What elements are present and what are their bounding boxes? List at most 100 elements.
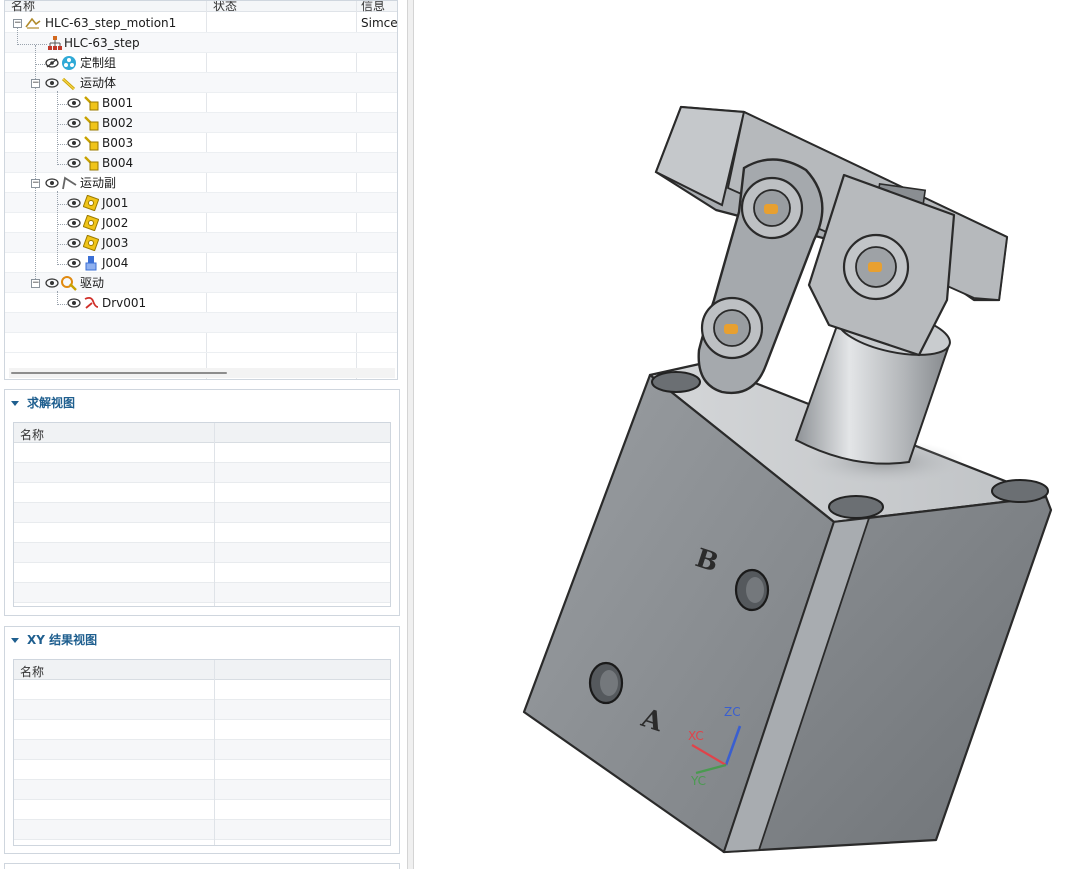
tree-row[interactable] — [5, 233, 397, 253]
eye-icon[interactable] — [67, 158, 81, 168]
triad-yc-label: YC — [690, 774, 706, 788]
eye-icon[interactable] — [67, 218, 81, 228]
pane-splitter[interactable] — [407, 0, 414, 869]
body-icon — [84, 136, 99, 151]
eye-icon[interactable] — [67, 98, 81, 108]
tree-label: J001 — [102, 196, 129, 210]
table-row — [14, 760, 390, 780]
collapse-toggle[interactable]: − — [31, 79, 40, 88]
tree-row[interactable] — [5, 253, 397, 273]
tree-row — [5, 333, 397, 353]
tree-row[interactable] — [5, 93, 397, 113]
table-row — [14, 503, 390, 523]
triad-xc-label: XC — [688, 729, 704, 743]
column-status-header[interactable]: 状态 — [213, 1, 237, 14]
triad-zc-label: ZC — [724, 705, 741, 719]
graphics-viewport[interactable]: B A ZC XC YC — [414, 0, 1077, 869]
tree-row[interactable] — [5, 153, 397, 173]
table-row — [14, 780, 390, 800]
custom-group-icon — [62, 56, 76, 70]
collapse-toggle[interactable]: − — [13, 19, 22, 28]
collapse-toggle[interactable]: − — [31, 179, 40, 188]
column-name-header[interactable]: 名称 — [11, 1, 35, 14]
collapse-triangle-icon[interactable] — [11, 401, 19, 406]
table-header: 名称 — [14, 423, 390, 443]
joint-icon — [83, 195, 99, 211]
body-icon — [84, 96, 99, 111]
tree-label: J003 — [102, 236, 129, 250]
table-row — [14, 563, 390, 583]
tree-label: B002 — [102, 116, 134, 130]
table-header: 名称 — [14, 660, 390, 680]
tree-label: B003 — [102, 136, 134, 150]
joint-group-icon — [62, 176, 77, 190]
eye-icon[interactable] — [45, 78, 59, 88]
tree-label: HLC-63_step — [64, 36, 140, 50]
tree-label: 运动体 — [80, 76, 117, 90]
solve-view-panel: 求解视图 名称 — [4, 389, 400, 616]
tree-label: 驱动 — [80, 276, 105, 290]
column-divider[interactable] — [214, 423, 215, 606]
driver-group-icon — [61, 276, 77, 291]
column-name-header[interactable]: 名称 — [20, 663, 44, 680]
eye-icon[interactable] — [67, 238, 81, 248]
table-row — [14, 720, 390, 740]
collapse-toggle[interactable]: − — [31, 279, 40, 288]
column-name-header[interactable]: 名称 — [20, 426, 44, 443]
scrollbar-thumb[interactable] — [11, 372, 227, 374]
table-row — [14, 543, 390, 563]
driver-icon — [84, 296, 99, 309]
tree-label: B004 — [102, 156, 134, 170]
tree-row — [5, 313, 397, 333]
body-icon — [84, 116, 99, 131]
table-row — [14, 740, 390, 760]
table-row — [14, 463, 390, 483]
column-divider[interactable] — [214, 660, 215, 845]
tree-label: 定制组 — [80, 56, 117, 70]
link-icon — [61, 77, 76, 91]
xy-result-table: 名称 — [13, 659, 391, 846]
left-pane: 名称 状态 信息 − HLC-63_step_motion1 Simce HLC… — [0, 0, 407, 869]
eye-icon[interactable] — [67, 138, 81, 148]
table-row — [14, 820, 390, 840]
tree-row[interactable] — [5, 193, 397, 213]
horizontal-scrollbar[interactable] — [9, 368, 395, 378]
tree-label: Drv001 — [102, 296, 147, 310]
tree-label: 运动副 — [80, 176, 117, 190]
eye-icon[interactable] — [45, 278, 59, 288]
table-row — [14, 443, 390, 463]
joint-icon — [83, 235, 99, 251]
body-icon — [84, 156, 99, 171]
eye-icon[interactable] — [67, 298, 81, 308]
tree-label: B001 — [102, 96, 134, 110]
tree-label: HLC-63_step_motion1 — [45, 16, 177, 30]
tree-label: J004 — [102, 256, 129, 270]
collapse-triangle-icon[interactable] — [11, 638, 19, 643]
next-panel-edge — [4, 863, 400, 869]
xy-result-view-panel: XY 结果视图 名称 — [4, 626, 400, 854]
tree-row[interactable] — [5, 213, 397, 233]
solve-view-header[interactable]: 求解视图 — [11, 394, 75, 410]
table-row — [14, 680, 390, 700]
table-row — [14, 483, 390, 503]
tree-row[interactable] — [5, 113, 397, 133]
model-view[interactable]: B A ZC XC YC — [414, 0, 1077, 869]
column-info-header[interactable]: 信息 — [361, 1, 385, 14]
eye-icon[interactable] — [45, 178, 59, 188]
info-cell: Simcen — [361, 16, 398, 30]
motion-sim-icon — [25, 17, 41, 29]
assembly-icon — [48, 36, 62, 50]
eye-hidden-icon[interactable] — [45, 58, 59, 68]
table-row — [14, 583, 390, 603]
solve-view-table: 名称 — [13, 422, 391, 607]
joint-icon — [83, 215, 99, 231]
eye-icon[interactable] — [67, 258, 81, 268]
table-row — [14, 800, 390, 820]
eye-icon[interactable] — [67, 118, 81, 128]
eye-icon[interactable] — [67, 198, 81, 208]
table-row — [14, 700, 390, 720]
xy-result-view-header[interactable]: XY 结果视图 — [11, 631, 97, 647]
tree-row[interactable] — [5, 133, 397, 153]
tree-row[interactable] — [5, 293, 397, 313]
navigator-header: 名称 状态 信息 — [5, 1, 397, 14]
